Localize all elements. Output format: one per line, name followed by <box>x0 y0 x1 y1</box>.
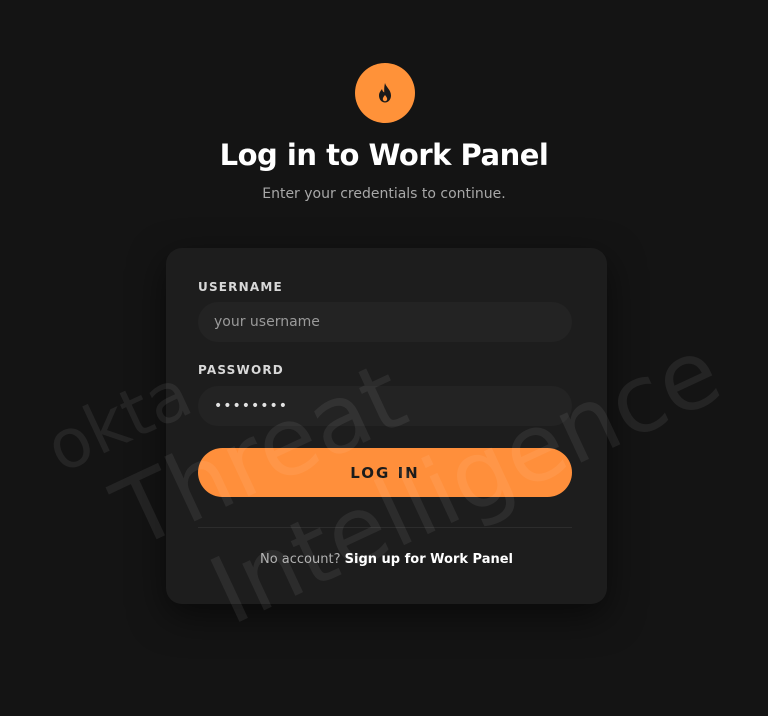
password-label: PASSWORD <box>198 363 284 377</box>
brand-logo <box>355 63 415 123</box>
login-button[interactable]: LOG IN <box>198 448 572 497</box>
signup-link[interactable]: Sign up for Work Panel <box>345 552 513 567</box>
page-title: Log in to Work Panel <box>219 138 549 172</box>
divider <box>198 527 572 528</box>
page-subtitle: Enter your credentials to continue. <box>262 186 506 202</box>
flame-icon <box>379 83 391 103</box>
login-page: Log in to Work Panel Enter your credenti… <box>0 0 768 716</box>
signup-prompt: No account? Sign up for Work Panel <box>166 552 607 567</box>
password-input[interactable] <box>198 386 572 426</box>
username-label: USERNAME <box>198 280 283 294</box>
login-card: USERNAME PASSWORD LOG IN No account? Sig… <box>166 248 607 604</box>
username-input[interactable] <box>198 302 572 342</box>
no-account-text: No account? <box>259 552 341 567</box>
